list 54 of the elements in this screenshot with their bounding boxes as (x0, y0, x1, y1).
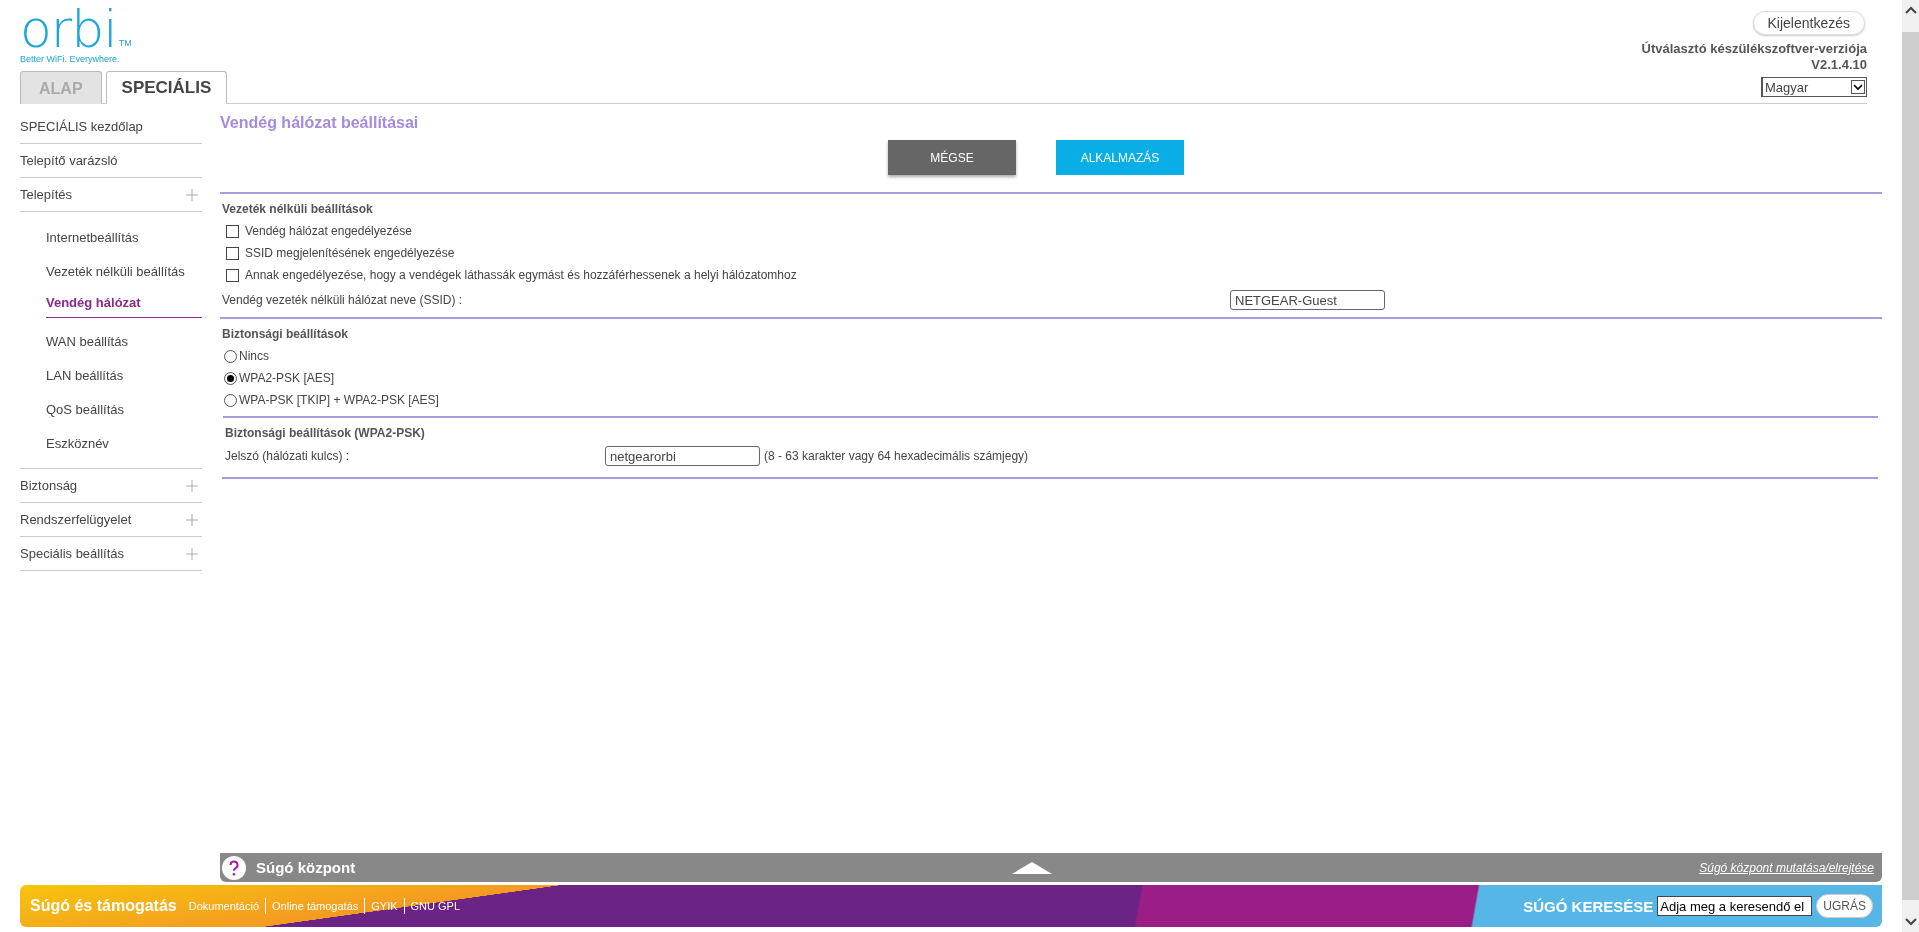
scroll-up-icon[interactable] (1904, 6, 1917, 14)
logout-button[interactable]: Kijelentkezés (1752, 11, 1865, 35)
sidebar-subitem[interactable]: Internetbeállítás (46, 220, 202, 254)
sidebar-subitem[interactable]: Vezeték nélküli beállítás (46, 254, 202, 288)
help-center-title: Súgó központ (256, 859, 356, 876)
radio-label: Nincs (239, 349, 269, 363)
sidebar-item[interactable]: SPECIÁLIS kezdőlap (20, 110, 202, 144)
firmware-version: V2.1.4.10 (1811, 57, 1867, 73)
support-title: Súgó és támogatás (30, 897, 177, 915)
cancel-button[interactable]: MÉGSE (888, 140, 1016, 175)
radio-button[interactable] (224, 393, 237, 407)
tab[interactable]: SPECIÁLIS (105, 71, 228, 104)
radio-label: WPA-PSK [TKIP] + WPA2-PSK [AES] (239, 393, 439, 407)
language-select[interactable]: Magyar (1761, 77, 1867, 97)
help-search-label: SÚGÓ KERESÉSE (1523, 897, 1654, 915)
sidebar-item[interactable]: Rendszerfelügyelet (20, 503, 202, 537)
passphrase-label: Jelszó (hálózati kulcs) : (225, 449, 351, 463)
checkbox[interactable] (226, 224, 239, 238)
sidebar-item[interactable]: Telepítés (20, 178, 202, 212)
sidebar-subitem[interactable]: WAN beállítás (46, 324, 202, 358)
section-title: Biztonsági beállítások (222, 327, 350, 341)
section-title: Vezeték nélküli beállítások (222, 202, 374, 216)
sidebar-subitem[interactable]: LAN beállítás (46, 358, 202, 392)
trademark: TM (118, 38, 132, 48)
orbi-logo: orbi (20, 6, 117, 52)
radio-button[interactable] (224, 349, 237, 363)
help-icon (222, 855, 246, 880)
scroll-down-icon[interactable] (1904, 918, 1917, 926)
radio-label: WPA2-PSK [AES] (239, 371, 335, 385)
radio-button[interactable] (224, 371, 237, 385)
passphrase-hint: (8 - 63 karakter vagy 64 hexadecimális számjegy) (764, 449, 1029, 463)
checkbox[interactable] (226, 246, 239, 260)
sidebar-subitem[interactable]: Vendég hálózat (46, 288, 202, 318)
sidebar-item[interactable]: Biztonság (20, 469, 202, 503)
section-title: Biztonsági beállítások (WPA2-PSK) (225, 426, 426, 440)
page-title: Vendég hálózat beállításai (220, 114, 420, 132)
help-search-field[interactable]: Adja meg a keresendő el (1657, 896, 1813, 916)
sidebar-item[interactable]: Telepítő varázsló (20, 144, 202, 178)
checkbox-label: Vendég hálózat engedélyezése (245, 224, 412, 238)
sidebar-subitem[interactable]: Eszköznév (46, 426, 202, 460)
passphrase-field[interactable]: netgearorbi (605, 446, 760, 466)
expand-arrow-icon[interactable] (1012, 862, 1052, 874)
chevron-down-icon (1851, 80, 1865, 94)
checkbox-label: SSID megjelenítésének engedélyezése (245, 246, 455, 260)
checkbox-label: Annak engedélyezése, hogy a vendégek láthassák egymást és hozzáférhessenek a helyi hálózatomhoz (245, 268, 797, 282)
ssid-field[interactable]: NETGEAR-Guest (1230, 290, 1385, 310)
firmware-label: Útválasztó készülékszoftver-verziója (1641, 41, 1867, 57)
sidebar-item[interactable]: Speciális beállítás (20, 537, 202, 571)
ssid-label: Vendég vezeték nélküli hálózat neve (SSID) : (222, 293, 464, 307)
checkbox[interactable] (226, 268, 239, 282)
go-button[interactable]: UGRÁS (1816, 894, 1873, 918)
help-toggle-link[interactable]: Súgó központ mutatása/elrejtése (1699, 860, 1874, 875)
tagline: Better WiFi. Everywhere. (20, 54, 121, 64)
sidebar-subitem[interactable]: QoS beállítás (46, 392, 202, 426)
